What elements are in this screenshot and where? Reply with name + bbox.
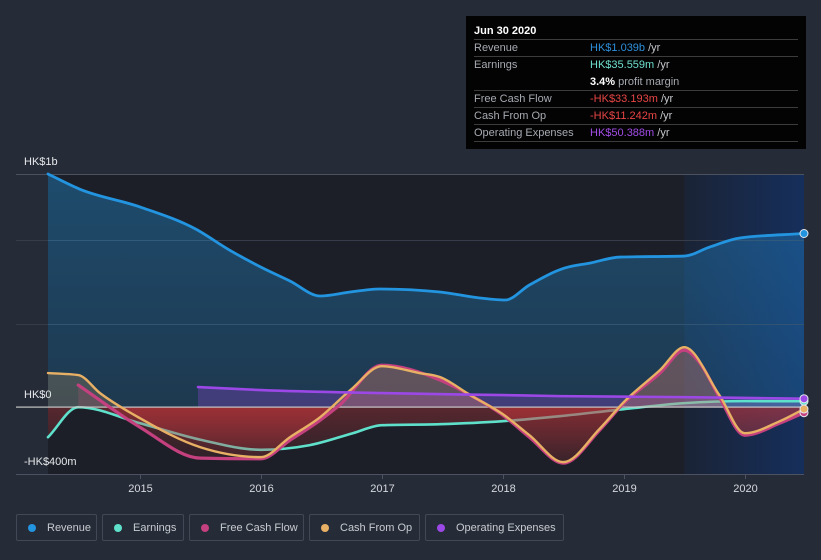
tooltip-value: -HK$33.193m [590, 93, 658, 105]
tooltip-row-operating-expenses: Operating Expenses HK$50.388m /yr [474, 125, 798, 142]
legend-label: Earnings [133, 521, 177, 534]
y-axis-label-bottom: -HK$400m [24, 456, 77, 468]
legend-item-free-cash-flow[interactable]: Free Cash Flow [189, 514, 304, 541]
tooltip-value: HK$35.559m [590, 59, 655, 71]
tooltip-value: HK$50.388m [590, 127, 655, 139]
legend-label: Operating Expenses [456, 521, 556, 534]
legend-dot-icon [437, 523, 445, 532]
tooltip-value: -HK$11.242m [590, 110, 658, 122]
legend-item-cash-from-op[interactable]: Cash From Op [309, 514, 420, 541]
x-tick-label: 2020 [733, 483, 757, 495]
tooltip-label: Earnings [474, 59, 518, 71]
tooltip-panel: Jun 30 2020 Revenue HK$1.039b /yr Earnin… [466, 16, 806, 149]
legend-item-operating-expenses[interactable]: Operating Expenses [425, 514, 564, 541]
tooltip-unit: /yr [648, 42, 661, 54]
x-tick-label: 2015 [128, 483, 152, 495]
legend-dot-icon [28, 523, 36, 532]
tooltip-label: Revenue [474, 42, 519, 54]
tooltip-row-revenue: Revenue HK$1.039b /yr [474, 40, 798, 57]
tooltip-label: Operating Expenses [474, 127, 574, 139]
legend-label: Free Cash Flow [220, 521, 298, 534]
revenue-end-dot[interactable] [799, 228, 809, 238]
legend-dot-icon [114, 523, 122, 532]
legend-dot-icon [201, 523, 209, 532]
tooltip-date: Jun 30 2020 [474, 16, 798, 40]
cash-from-op-end-dot[interactable] [799, 404, 809, 414]
tooltip-label: Free Cash Flow [474, 93, 552, 105]
tooltip-row-cash-from-op: Cash From Op -HK$11.242m /yr [474, 108, 798, 125]
profit-margin-label: profit margin [618, 75, 680, 88]
tooltip-value: HK$1.039b [590, 42, 646, 54]
profit-margin-value: 3.4% [590, 75, 616, 88]
legend-dot-icon [321, 523, 329, 532]
tooltip-row-free-cash-flow: Free Cash Flow -HK$33.193m /yr [474, 91, 798, 108]
legend-label: Cash From Op [340, 521, 413, 534]
tooltip-unit: /yr [657, 59, 670, 71]
chart-legend: Revenue Earnings Free Cash Flow Cash Fro… [16, 514, 564, 541]
y-axis-label-zero: HK$0 [24, 389, 52, 401]
operating-expenses-end-dot[interactable] [799, 394, 809, 404]
x-tick-label: 2016 [249, 483, 273, 495]
x-tick-label: 2018 [491, 483, 515, 495]
legend-item-earnings[interactable]: Earnings [102, 514, 184, 541]
x-tick-label: 2019 [612, 483, 636, 495]
tooltip-unit: /yr [660, 93, 674, 105]
tooltip-unit: /yr [660, 110, 673, 122]
tooltip-unit: /yr [657, 127, 670, 139]
x-tick-label: 2017 [370, 483, 394, 495]
legend-item-revenue[interactable]: Revenue [16, 514, 97, 541]
tooltip-row-earnings: Earnings HK$35.559m /yr 3.4% profit marg… [474, 57, 798, 91]
legend-label: Revenue [47, 521, 92, 534]
tooltip-label: Cash From Op [474, 110, 547, 122]
y-axis-label-top: HK$1b [24, 156, 58, 168]
